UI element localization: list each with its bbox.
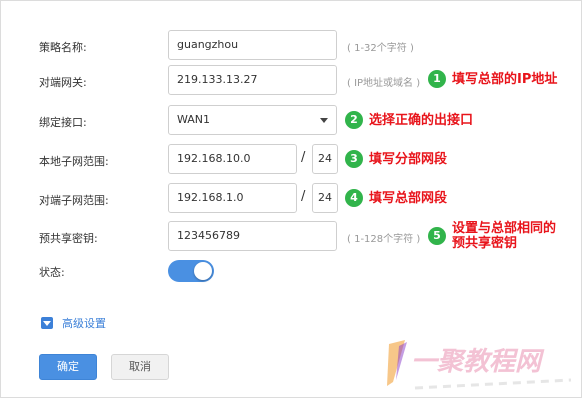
annotation-text: 填写总部网段 [369, 190, 448, 206]
ok-button[interactable]: 确定 [39, 354, 97, 380]
advanced-settings-toggle[interactable]: 高级设置 [41, 315, 106, 331]
watermark-logo: 一聚教程网 [387, 340, 572, 390]
annotation-1: 1 填写总部的IP地址 [428, 70, 557, 88]
local-subnet-label: 本地子网范围: [39, 155, 109, 168]
annotation-3: 3 填写分部网段 [345, 150, 447, 168]
psk-input[interactable]: 123456789 [168, 221, 337, 251]
status-toggle[interactable] [168, 260, 214, 282]
local-subnet-row: 本地子网范围: 192.168.10.0 / 24 [1, 144, 582, 178]
advanced-settings-label: 高级设置 [62, 317, 106, 330]
peer-gateway-input[interactable]: 219.133.13.27 [168, 65, 337, 95]
local-subnet-mask-input[interactable]: 24 [312, 144, 338, 174]
bind-interface-value: WAN1 [177, 113, 211, 126]
cancel-button[interactable]: 取消 [111, 354, 169, 380]
psk-label: 预共享密钥: [39, 232, 98, 245]
number-badge-icon: 2 [345, 111, 363, 129]
status-label: 状态: [39, 266, 65, 279]
policy-name-row: 策略名称: guangzhou ( 1-32个字符 ) [1, 30, 582, 64]
bind-interface-select[interactable]: WAN1 [168, 105, 337, 135]
peer-subnet-row: 对端子网范围: 192.168.1.0 / 24 [1, 183, 582, 217]
expand-arrow-icon [41, 317, 53, 329]
status-row: 状态: [1, 257, 582, 291]
annotation-text: 填写总部的IP地址 [452, 71, 558, 87]
peer-gateway-hint: ( IP地址或域名 ) [347, 78, 421, 89]
annotation-text-line-2: 预共享密钥 [452, 236, 518, 251]
number-badge-icon: 3 [345, 150, 363, 168]
policy-name-input[interactable]: guangzhou [168, 30, 337, 60]
policy-name-hint: ( 1-32个字符 ) [347, 43, 414, 54]
number-badge-icon: 1 [428, 70, 446, 88]
policy-name-label: 策略名称: [39, 41, 87, 54]
peer-subnet-mask-input[interactable]: 24 [312, 183, 338, 213]
number-badge-icon: 5 [428, 227, 446, 245]
settings-panel: 策略名称: guangzhou ( 1-32个字符 ) 对端网关: 219.13… [0, 0, 582, 398]
annotation-2: 2 选择正确的出接口 [345, 111, 473, 129]
annotation-text: 选择正确的出接口 [369, 112, 474, 128]
subnet-slash: / [301, 189, 306, 204]
local-subnet-input[interactable]: 192.168.10.0 [168, 144, 297, 174]
annotation-text: 填写分部网段 [369, 151, 448, 167]
annotation-5: 5 设置与总部相同的 预共享密钥 [428, 221, 556, 251]
annotation-text-block: 设置与总部相同的 预共享密钥 [452, 221, 556, 251]
bind-interface-label: 绑定接口: [39, 116, 87, 129]
peer-subnet-input[interactable]: 192.168.1.0 [168, 183, 297, 213]
number-badge-icon: 4 [345, 189, 363, 207]
subnet-slash: / [301, 150, 306, 165]
psk-hint: ( 1-128个字符 ) [347, 234, 421, 245]
bind-interface-row: 绑定接口: WAN1 [1, 105, 582, 139]
peer-gateway-label: 对端网关: [39, 76, 87, 89]
annotation-4: 4 填写总部网段 [345, 189, 447, 207]
annotation-text-line-1: 设置与总部相同的 [452, 221, 557, 236]
watermark-text: 一聚教程网 [411, 347, 545, 377]
chevron-down-icon [320, 118, 328, 123]
toggle-knob [194, 262, 212, 280]
peer-subnet-label: 对端子网范围: [39, 194, 109, 207]
